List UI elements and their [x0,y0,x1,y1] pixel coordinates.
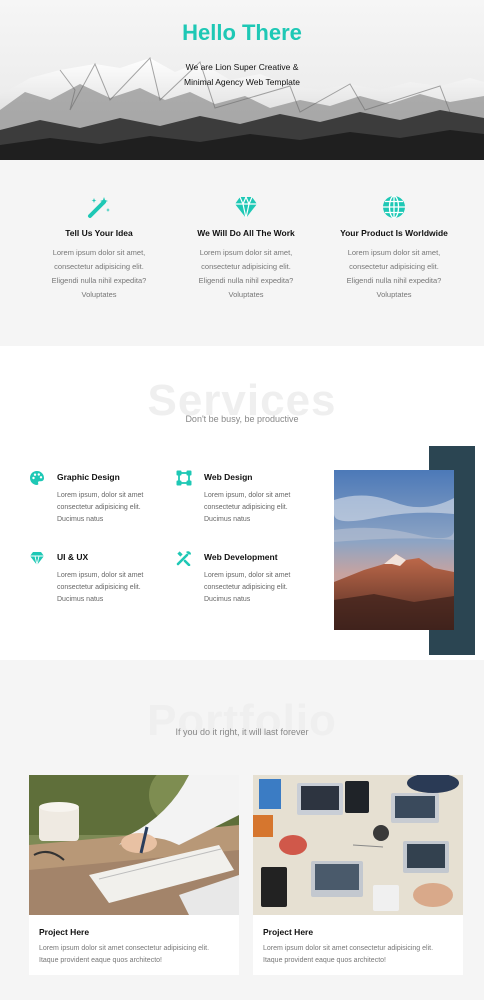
feature-text-line: Eligendi nulla nihil expedita? [198,276,294,285]
feature-text-line: consectetur adipisicing elit. [201,262,291,271]
services-subtitle: Don't be busy, be productive [185,414,299,424]
mountain-sunset-image [334,470,454,630]
service-text-line: consectetur adipisicing elit. [57,584,141,591]
feature-title: We Will Do All The Work [197,228,295,238]
feature-text: Lorem ipsum dolor sit amet, consectetur … [24,246,174,302]
magic-wand-icon [88,197,110,218]
service-text-line: consectetur adipisicing elit. [204,504,288,511]
service-text-line: Ducimus natus [57,516,104,523]
feature-text-line: Voluptates [228,290,264,299]
feature-text-line: Eligendi nulla nihil expedita? [51,276,147,285]
feature-text: Lorem ipsum dolor sit amet, consectetur … [171,246,321,302]
service-text-line: Ducimus natus [57,596,104,603]
feature-text-line: Lorem ipsum dolor sit amet, [52,248,146,257]
project-card[interactable]: Project Here Lorem ipsum dolor sit amet … [29,775,239,975]
project-description-line: Itaque provident eaque quos architecto! [263,957,386,964]
service-text-line: Lorem ipsum, dolor sit amet [57,492,144,499]
project-title: Project Here [263,927,314,937]
service-title: UI & UX [57,552,89,562]
hero-title: Hello There [182,20,302,45]
feature-text-line: Lorem ipsum dolor sit amet, [199,248,293,257]
feature-text-line: Eligendi nulla nihil expedita? [346,276,442,285]
service-text-line: Lorem ipsum, dolor sit amet [204,572,291,579]
service-text-line: Ducimus natus [204,596,251,603]
hero-subtitle-line: We are Lion Super Creative & [185,62,299,72]
diamond-icon [235,195,257,219]
service-title: Web Development [204,552,278,562]
feature-text: Lorem ipsum dolor sit amet, consectetur … [319,246,469,302]
service-text: Lorem ipsum, dolor sit amet consectetur … [204,490,314,526]
portfolio-section: Portfolio If you do it right, it will la… [0,660,484,1000]
diamond-icon [30,552,44,566]
feature-title: Your Product Is Worldwide [340,228,448,238]
project-description-line: Lorem ipsum dolor sit amet consectetur a… [263,945,434,952]
service-text-line: Ducimus natus [204,516,251,523]
feature-idea: Tell Us Your Idea Lorem ipsum dolor sit … [24,194,174,302]
vector-square-icon [176,470,192,486]
feature-text-line: Lorem ipsum dolor sit amet, [347,248,441,257]
project-description: Lorem ipsum dolor sit amet consectetur a… [39,943,209,967]
project-card[interactable]: Project Here Lorem ipsum dolor sit amet … [253,775,463,975]
project-title: Project Here [39,927,90,937]
hero-section: Hello There We are Lion Super Creative &… [0,0,484,160]
palette-icon [30,471,44,485]
service-text: Lorem ipsum, dolor sit amet consectetur … [57,570,167,606]
feature-text-line: Voluptates [81,290,117,299]
service-title: Web Design [204,472,253,482]
portfolio-subtitle: If you do it right, it will last forever [175,727,309,737]
feature-text-line: Voluptates [376,290,412,299]
tools-icon [176,551,191,566]
feature-text-line: consectetur adipisicing elit. [54,262,144,271]
service-text-line: Lorem ipsum, dolor sit amet [204,492,291,499]
project-description: Lorem ipsum dolor sit amet consectetur a… [263,943,433,967]
portfolio-heading: Portfolio [147,696,337,745]
feature-text-line: consectetur adipisicing elit. [349,262,439,271]
feature-title: Tell Us Your Idea [65,228,133,238]
feature-worldwide: Your Product Is Worldwide Lorem ipsum do… [319,194,469,302]
feature-work: We Will Do All The Work Lorem ipsum dolo… [171,194,321,302]
hero-subtitle-line: Minimal Agency Web Template [184,77,300,87]
service-text-line: consectetur adipisicing elit. [57,504,141,511]
service-text-line: consectetur adipisicing elit. [204,584,288,591]
globe-icon [383,195,405,219]
service-text: Lorem ipsum, dolor sit amet consectetur … [57,490,167,526]
service-text-line: Lorem ipsum, dolor sit amet [57,572,144,579]
project-description-line: Lorem ipsum dolor sit amet consectetur a… [39,945,210,952]
service-title: Graphic Design [57,472,120,482]
project-writing-image [29,775,239,915]
features-section: Tell Us Your Idea Lorem ipsum dolor sit … [0,160,484,346]
project-teamwork-image [253,775,463,915]
hero-subtitle: We are Lion Super Creative & Minimal Age… [0,60,484,90]
service-text: Lorem ipsum, dolor sit amet consectetur … [204,570,314,606]
services-section: Services Don't be busy, be productive Gr… [0,346,484,660]
project-description-line: Itaque provident eaque quos architecto! [39,957,162,964]
